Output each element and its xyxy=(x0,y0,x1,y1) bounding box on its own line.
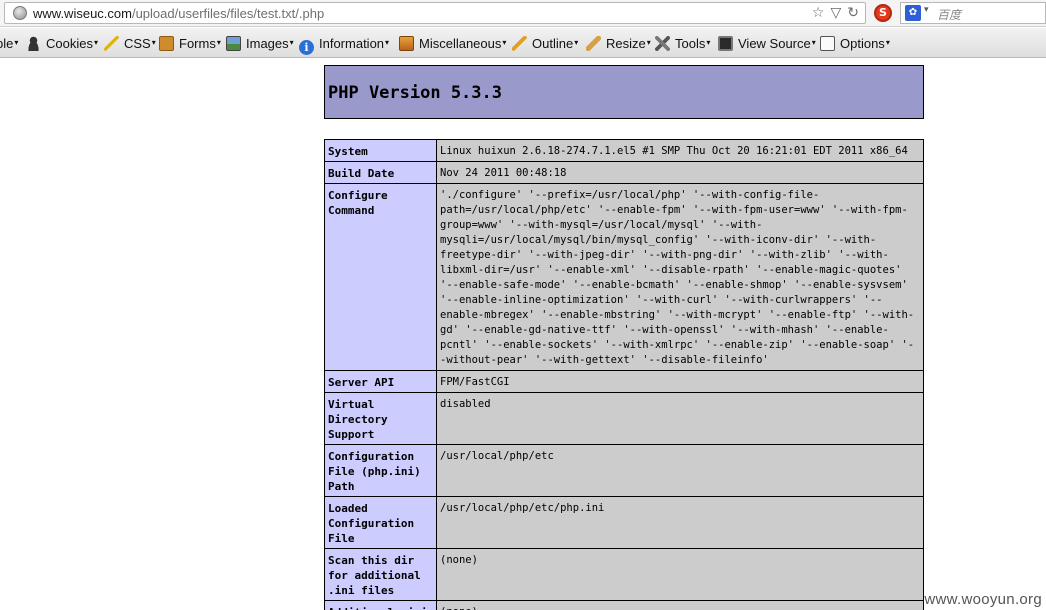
table-row: Additional .ini files parsed (none) xyxy=(324,600,924,610)
reload-icon[interactable]: ↻ xyxy=(847,5,859,21)
toolbar-item-options[interactable]: Options▾ xyxy=(820,33,890,53)
row-key: System xyxy=(324,139,437,162)
row-key: Build Date xyxy=(324,161,437,184)
toolbar-item-forms[interactable]: Forms▾ xyxy=(159,33,221,53)
toolbar-item-css[interactable]: CSS▾ xyxy=(104,33,156,53)
dropdown-arrow-icon: ▾ xyxy=(14,38,19,47)
search-engine-dropdown-icon[interactable]: ▾ xyxy=(924,5,929,15)
table-row: Virtual Directory Support disabled xyxy=(324,392,924,445)
page-title: PHP Version 5.3.3 xyxy=(328,83,502,103)
toolbar-item-label: CSS xyxy=(124,36,151,51)
watermark: www.wooyun.org xyxy=(924,591,1042,608)
row-key: Loaded Configuration File xyxy=(324,496,437,549)
table-row: Build Date Nov 24 2011 00:48:18 xyxy=(324,161,924,184)
search-box[interactable]: ✿ ▾ 百度 xyxy=(900,2,1046,24)
address-bar-area: www.wiseuc.com/upload/userfiles/files/te… xyxy=(0,0,1046,27)
url-text: www.wiseuc.com/upload/userfiles/files/te… xyxy=(33,6,324,21)
dropdown-arrow-icon: ▾ xyxy=(385,38,390,47)
magic-wand-icon xyxy=(104,36,119,51)
row-value: Linux huixun 2.6.18-274.7.1.el5 #1 SMP T… xyxy=(436,139,924,162)
row-value: Nov 24 2011 00:48:18 xyxy=(436,161,924,184)
row-value: /usr/local/php/etc/php.ini xyxy=(436,496,924,549)
phpinfo-table: System Linux huixun 2.6.18-274.7.1.el5 #… xyxy=(324,139,924,610)
toolbar-item-label: Tools xyxy=(675,36,706,51)
baidu-paw-icon[interactable]: ✿ xyxy=(905,5,921,21)
table-row: Scan this dir for additional .ini files … xyxy=(324,548,924,601)
dropdown-arrow-icon: ▾ xyxy=(811,38,816,47)
toolbar-item-label: Information xyxy=(319,36,385,51)
dropdown-arrow-icon: ▾ xyxy=(151,38,156,47)
row-value: /usr/local/php/etc xyxy=(436,444,924,497)
search-input[interactable]: 百度 xyxy=(937,6,961,23)
dropdown-arrow-icon: ▾ xyxy=(646,38,651,47)
table-row: Configuration File (php.ini) Path /usr/l… xyxy=(324,444,924,497)
dropdown-arrow-icon: ▾ xyxy=(289,38,294,47)
row-value: (none) xyxy=(436,548,924,601)
table-row: Configure Command './configure' '--prefi… xyxy=(324,183,924,371)
toolbar-item-outline[interactable]: Outline▾ xyxy=(512,33,578,53)
noscript-block-icon[interactable]: S xyxy=(874,4,892,22)
url-path: /upload/userfiles/files/test.txt/.php xyxy=(131,6,325,21)
dropdown-arrow-icon: ▾ xyxy=(706,38,711,47)
row-key: Scan this dir for additional .ini files xyxy=(324,548,437,601)
toolbar-item-label: View Source xyxy=(738,36,811,51)
table-row: Loaded Configuration File /usr/local/php… xyxy=(324,496,924,549)
pencil-icon xyxy=(512,36,527,51)
row-value: disabled xyxy=(436,392,924,445)
bookmark-star-icon[interactable]: ☆ xyxy=(812,5,825,21)
toolbar-item-resize[interactable]: Resize▾ xyxy=(586,33,651,53)
php-version-header: PHP Version 5.3.3 xyxy=(324,65,924,119)
row-value: './configure' '--prefix=/usr/local/php' … xyxy=(436,183,924,371)
toolbar-item-information[interactable]: i Information▾ xyxy=(299,33,390,55)
dropdown-arrow-icon: ▾ xyxy=(502,38,507,47)
toolbar-item-label: Options xyxy=(840,36,885,51)
toolbar-item-label: Forms xyxy=(179,36,216,51)
toolbar-item-cookies[interactable]: Cookies▾ xyxy=(26,33,98,53)
toolbar-item-images[interactable]: Images▾ xyxy=(226,33,294,53)
toolbar-item-label: Images xyxy=(246,36,289,51)
wrench-icon xyxy=(655,36,670,51)
globe-icon xyxy=(13,6,27,20)
dropdown-arrow-icon: ▾ xyxy=(885,38,890,47)
web-developer-toolbar: ble▾ Cookies▾ CSS▾ Forms▾ Images▾ iInfor… xyxy=(0,28,1046,58)
ruler-icon xyxy=(586,36,601,51)
url-bar-actions: ☆ ▽ ↻ xyxy=(806,5,859,21)
row-key: Server API xyxy=(324,370,437,393)
row-value: (none) xyxy=(436,600,924,610)
url-input[interactable]: www.wiseuc.com/upload/userfiles/files/te… xyxy=(4,2,866,24)
document-icon xyxy=(820,36,835,51)
toolbar-item-label: Miscellaneous xyxy=(419,36,502,51)
row-key: Virtual Directory Support xyxy=(324,392,437,445)
table-row: Server API FPM/FastCGI xyxy=(324,370,924,393)
monitor-icon xyxy=(718,36,733,51)
toolbar-item-miscellaneous[interactable]: Miscellaneous▾ xyxy=(399,33,506,53)
box-icon xyxy=(399,36,414,51)
page-content: PHP Version 5.3.3 System Linux huixun 2.… xyxy=(0,59,1046,610)
dropdown-arrow-icon: ▾ xyxy=(216,38,221,47)
person-icon xyxy=(26,36,41,51)
toolbar-item-label: Resize xyxy=(606,36,646,51)
row-key: Configuration File (php.ini) Path xyxy=(324,444,437,497)
dropdown-arrow-icon: ▾ xyxy=(93,38,98,47)
toolbar-item-tools[interactable]: Tools▾ xyxy=(655,33,710,53)
toolbar-item-view-source[interactable]: View Source▾ xyxy=(718,33,816,53)
toolbar-item-label: Outline xyxy=(532,36,574,51)
clipboard-icon xyxy=(159,36,174,51)
picture-icon xyxy=(226,36,241,51)
row-value: FPM/FastCGI xyxy=(436,370,924,393)
url-domain: www.wiseuc.com xyxy=(33,6,132,21)
table-row: System Linux huixun 2.6.18-274.7.1.el5 #… xyxy=(324,139,924,162)
row-key: Additional .ini files parsed xyxy=(324,600,437,610)
dropdown-arrow-icon[interactable]: ▽ xyxy=(830,5,841,21)
row-key: Configure Command xyxy=(324,183,437,371)
toolbar-item-disable[interactable]: ble▾ xyxy=(0,33,18,53)
info-icon: i xyxy=(299,40,314,55)
toolbar-item-label: ble xyxy=(0,36,14,51)
toolbar-item-label: Cookies xyxy=(46,36,93,51)
dropdown-arrow-icon: ▾ xyxy=(574,38,579,47)
